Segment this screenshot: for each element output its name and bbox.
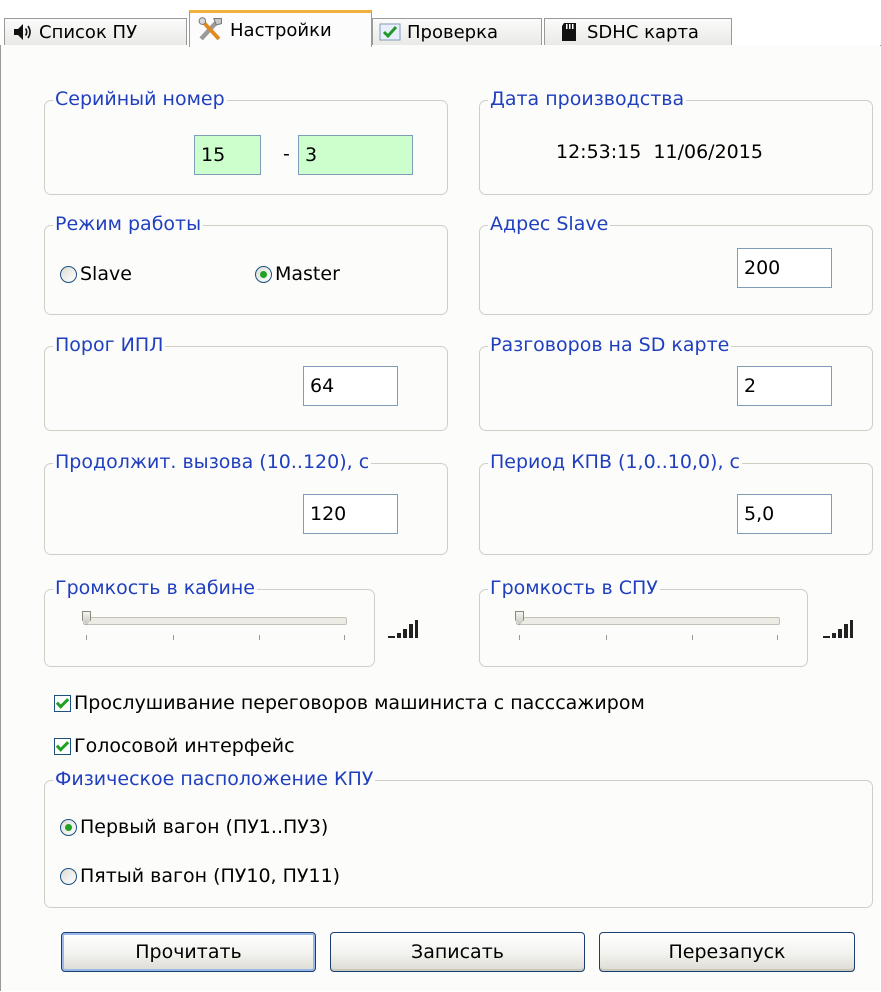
tab-bar: Список ПУ Проверка SDHC карта Настройки [0, 0, 881, 47]
mode-group: Режим работы Slave Master [44, 213, 448, 315]
tab-check-label: Проверка [407, 21, 498, 43]
tick-mark [606, 635, 607, 640]
mode-legend: Режим работы [53, 213, 204, 235]
mode-slave-label: Slave [80, 263, 132, 285]
call-duration-group: Продолжит. вызова (10..120), с 120 [44, 451, 448, 555]
production-date-value: 12:53:15 11/06/2015 [556, 141, 763, 163]
call-duration-field[interactable]: 120 [303, 494, 398, 534]
serial-part2-field[interactable]: 3 [298, 135, 413, 175]
checkbox-checked-icon [54, 694, 71, 712]
volume-level-icon [823, 620, 853, 638]
location-fifth-car-label: Пятый вагон (ПУ10, ПУ11) [80, 865, 341, 887]
mode-master-radio[interactable]: Master [255, 263, 340, 285]
tick-mark [777, 635, 778, 640]
serial-separator: - [283, 143, 290, 165]
mode-slave-radio[interactable]: Slave [60, 263, 132, 285]
kpv-period-group: Период КПВ (1,0..10,0), с 5,0 [479, 451, 873, 555]
ipl-threshold-group: Порог ИПЛ 64 [44, 334, 448, 431]
sd-calls-legend: Разговоров на SD карте [488, 334, 732, 356]
location-group: Физическое пасположение КПУ Первый вагон… [44, 768, 873, 908]
tick-mark [173, 635, 174, 640]
slave-address-field[interactable]: 200 [737, 248, 832, 288]
tab-sdhc-card-label: SDHC карта [587, 21, 699, 43]
slave-address-legend: Адрес Slave [488, 213, 611, 235]
cabin-volume-group: Громкость в кабине [44, 577, 375, 667]
cabin-volume-track[interactable] [83, 617, 347, 625]
radio-checked-icon [60, 818, 77, 836]
ipl-threshold-field[interactable]: 64 [303, 366, 398, 406]
voice-interface-checkbox[interactable]: Голосовой интерфейс [54, 735, 295, 757]
radio-unchecked-icon [60, 867, 77, 885]
tab-pu-list-label: Список ПУ [39, 21, 138, 43]
sd-calls-group: Разговоров на SD карте 2 [479, 334, 873, 431]
listen-conversations-checkbox[interactable]: Прослушивание переговоров машиниста с па… [54, 692, 645, 714]
tick-mark [344, 635, 345, 640]
location-fifth-car-radio[interactable]: Пятый вагон (ПУ10, ПУ11) [60, 865, 340, 887]
tab-settings-label: Настройки [230, 19, 332, 41]
tab-check[interactable]: Проверка [372, 18, 542, 45]
cabin-volume-legend: Громкость в кабине [53, 577, 257, 599]
tick-mark [259, 635, 260, 640]
mode-master-label: Master [275, 263, 340, 285]
location-first-car-radio[interactable]: Первый вагон (ПУ1..ПУ3) [60, 816, 328, 838]
tab-pu-list[interactable]: Список ПУ [4, 18, 187, 45]
slave-address-group: Адрес Slave 200 [479, 213, 873, 315]
sd-calls-field[interactable]: 2 [737, 366, 832, 406]
read-button[interactable]: Прочитать [61, 932, 316, 972]
voice-interface-label: Голосовой интерфейс [74, 735, 295, 757]
radio-unchecked-icon [60, 265, 77, 283]
spu-volume-legend: Громкость в СПУ [488, 577, 660, 599]
serial-part1-field[interactable]: 15 [194, 135, 261, 175]
tools-icon [198, 17, 222, 41]
location-first-car-label: Первый вагон (ПУ1..ПУ3) [80, 816, 329, 838]
tab-settings[interactable]: Настройки [189, 10, 372, 47]
radio-checked-icon [255, 265, 272, 283]
spu-volume-group: Громкость в СПУ [479, 577, 808, 667]
write-button[interactable]: Записать [330, 932, 585, 972]
checkmark-icon [379, 23, 401, 41]
restart-button[interactable]: Перезапуск [599, 932, 855, 972]
listen-conversations-label: Прослушивание переговоров машиниста с па… [74, 692, 645, 714]
production-date-legend: Дата производства [488, 88, 687, 110]
volume-level-icon [388, 620, 418, 638]
serial-number-legend: Серийный номер [53, 88, 227, 110]
call-duration-legend: Продолжит. вызова (10..120), с [53, 451, 372, 473]
kpv-period-legend: Период КПВ (1,0..10,0), с [488, 451, 742, 473]
tick-mark [692, 635, 693, 640]
checkbox-checked-icon [54, 737, 71, 755]
serial-number-group: Серийный номер 15 - 3 [44, 88, 448, 195]
production-date-group: Дата производства 12:53:15 11/06/2015 [479, 88, 873, 195]
kpv-period-field[interactable]: 5,0 [737, 494, 832, 534]
tab-sdhc-card[interactable]: SDHC карта [544, 18, 732, 45]
ipl-threshold-legend: Порог ИПЛ [53, 334, 166, 356]
tick-mark [519, 635, 520, 640]
spu-volume-track[interactable] [516, 617, 780, 625]
sd-card-icon [562, 23, 576, 41]
speaker-icon [14, 24, 31, 40]
location-legend: Физическое пасположение КПУ [53, 768, 376, 790]
tick-mark [86, 635, 87, 640]
